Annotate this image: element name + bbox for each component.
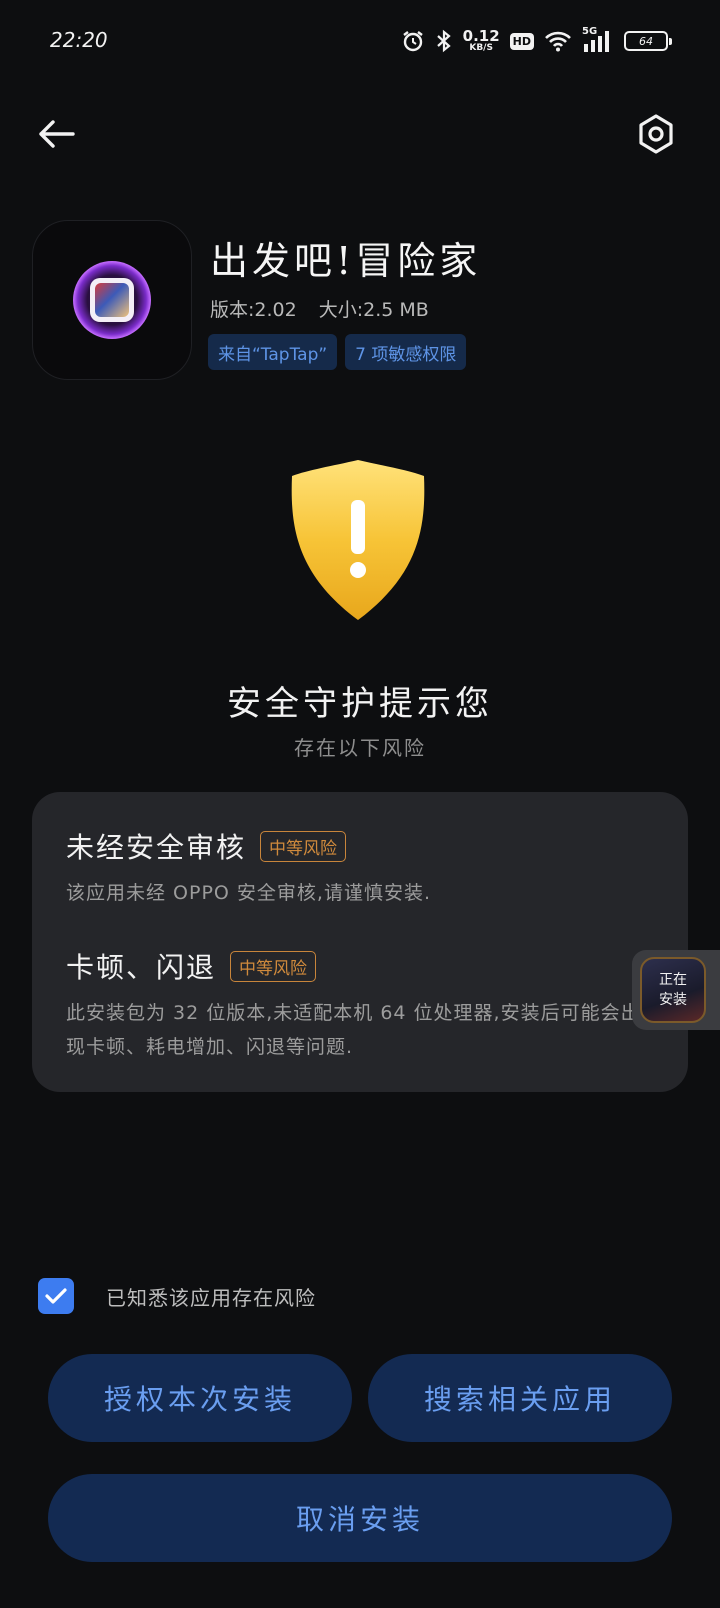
permissions-tag[interactable]: 7 项敏感权限 — [345, 334, 467, 370]
status-bar: 22:20 0.12 KB/S HD 5G 64 — [0, 0, 720, 84]
source-tag[interactable]: 来自“TapTap” — [208, 334, 338, 370]
warning-title: 安全守护提示您 — [227, 684, 493, 724]
risk-acknowledge-row[interactable]: 已知悉该应用存在风险 — [38, 1278, 316, 1314]
installing-label-line1: 正在 — [659, 972, 687, 988]
acknowledge-label: 已知悉该应用存在风险 — [106, 1285, 316, 1310]
app-icon-glow — [73, 261, 151, 339]
back-arrow-icon — [39, 120, 75, 148]
checkmark-icon — [45, 1288, 67, 1304]
settings-button[interactable] — [632, 110, 680, 158]
app-name: 出发吧!冒险家 — [210, 239, 482, 283]
acknowledge-checkbox[interactable] — [38, 1278, 74, 1314]
risk-card: 未经安全审核 中等风险 该应用未经 OPPO 安全审核,请谨慎安装. 卡顿、闪退… — [32, 792, 688, 1092]
warning-subtitle: 存在以下风险 — [294, 736, 426, 760]
signal-icon: 5G — [582, 26, 614, 52]
status-icons: 0.12 KB/S HD 5G 64 — [401, 26, 672, 56]
warning-shield-icon — [291, 460, 425, 620]
risk-item: 未经安全审核 中等风险 该应用未经 OPPO 安全审核,请谨慎安装. — [66, 826, 654, 910]
battery-icon: 64 — [624, 31, 672, 51]
wifi-icon — [544, 30, 572, 52]
risk-level-badge: 中等风险 — [260, 830, 347, 862]
risk-title: 卡顿、闪退 — [66, 951, 217, 984]
installing-app-thumbnail: 正在 安装 — [640, 957, 706, 1023]
bluetooth-icon — [435, 29, 453, 53]
app-icon — [32, 220, 192, 380]
risk-title: 未经安全审核 — [66, 831, 247, 864]
settings-hexagon-icon — [639, 114, 673, 154]
status-time: 22:20 — [50, 28, 108, 52]
alarm-icon — [401, 29, 425, 53]
net-speed: 0.12 KB/S — [462, 27, 500, 53]
authorize-install-button[interactable]: 授权本次安装 — [48, 1354, 352, 1442]
cancel-install-button[interactable]: 取消安装 — [48, 1474, 672, 1562]
installing-label-line2: 安装 — [659, 992, 687, 1008]
risk-description: 此安装包为 32 位版本,未适配本机 64 位处理器,安装后可能会出现卡顿、耗电… — [66, 1002, 641, 1058]
back-button[interactable] — [34, 112, 78, 156]
app-meta: 版本:2.02 大小:2.5 MB — [210, 295, 429, 322]
search-related-apps-button[interactable]: 搜索相关应用 — [368, 1354, 672, 1442]
risk-level-badge: 中等风险 — [230, 950, 317, 982]
installing-floating-widget[interactable]: 正在 安装 — [632, 950, 720, 1030]
app-artwork — [95, 283, 129, 317]
app-version: 版本:2.02 — [210, 299, 297, 321]
app-size: 大小:2.5 MB — [318, 299, 429, 321]
app-icon-tile — [90, 278, 134, 322]
risk-description: 该应用未经 OPPO 安全审核,请谨慎安装. — [66, 882, 431, 904]
hd-badge: HD — [509, 32, 534, 50]
app-tags: 来自“TapTap” 7 项敏感权限 — [208, 334, 467, 370]
risk-item: 卡顿、闪退 中等风险 此安装包为 32 位版本,未适配本机 64 位处理器,安装… — [66, 946, 654, 1064]
